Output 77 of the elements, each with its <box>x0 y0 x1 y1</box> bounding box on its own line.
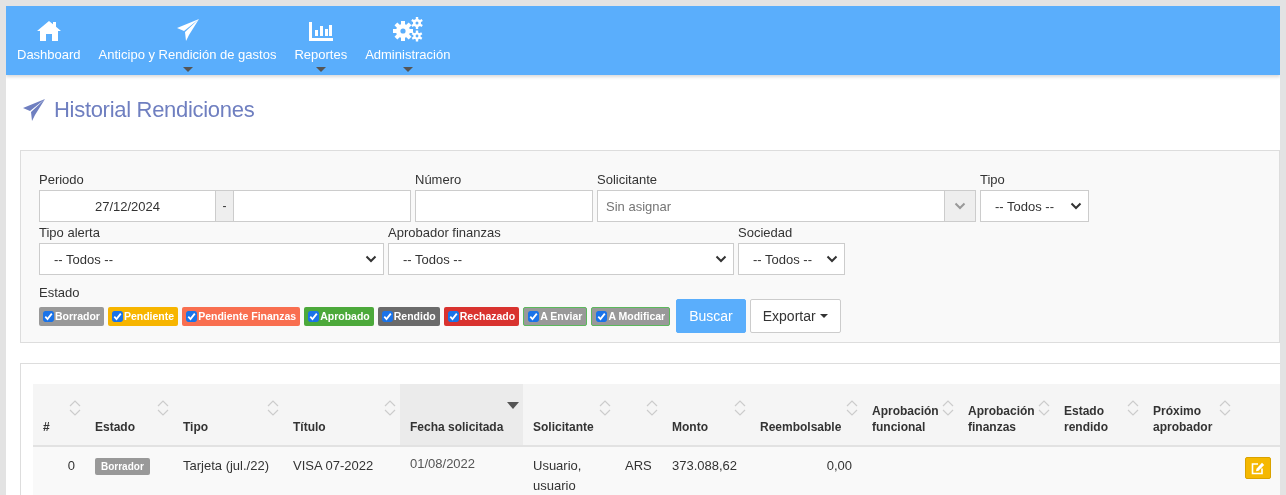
table-cell: 373.088,62 <box>662 446 750 495</box>
export-button[interactable]: Exportar <box>749 299 841 333</box>
table-cell: ARS <box>615 446 662 495</box>
sort-icon[interactable] <box>734 400 746 416</box>
column-header[interactable]: Aprobación finanzas <box>958 384 1054 446</box>
sort-icon[interactable] <box>1038 400 1050 416</box>
checkbox-icon[interactable] <box>596 310 608 322</box>
field-label: Aprobador finanzas <box>388 224 502 242</box>
column-header[interactable]: Tipo <box>173 384 283 446</box>
date-from-field[interactable]: 27/12/2024 <box>39 190 216 222</box>
column-header[interactable]: Aprobación funcional <box>862 384 958 446</box>
sort-icon[interactable] <box>646 400 658 416</box>
table-cell: VISA 07-2022 <box>283 446 400 495</box>
column-header[interactable]: Fecha solicitada <box>400 384 523 446</box>
paper-plane-icon <box>175 18 200 42</box>
dropdown[interactable]: -- Todos -- <box>738 243 845 275</box>
page-title: Historial Rendiciones <box>54 96 255 123</box>
range-separator: - <box>216 190 233 222</box>
checkbox-icon[interactable] <box>381 310 393 322</box>
dropdown[interactable]: -- Todos -- <box>980 190 1089 222</box>
status-filter-checkbox[interactable]: Rechazado <box>443 306 520 326</box>
status-filter-checkbox[interactable]: Rendido <box>377 306 440 326</box>
column-header[interactable]: Solicitante <box>523 384 615 446</box>
sort-icon[interactable] <box>942 400 954 416</box>
field-label: Estado <box>39 285 80 300</box>
column-header[interactable]: Estado <box>85 384 173 446</box>
status-label: Borrador <box>95 458 150 475</box>
home-icon <box>35 20 62 42</box>
sort-icon[interactable] <box>384 400 396 416</box>
field-label: Número <box>415 171 463 189</box>
checkbox-icon[interactable] <box>528 310 540 322</box>
column-header[interactable]: Monto <box>662 384 750 446</box>
dropdown[interactable]: -- Todos -- <box>39 243 384 275</box>
checkbox-icon[interactable] <box>111 310 123 322</box>
caret-icon <box>819 314 828 318</box>
sort-icon[interactable] <box>157 400 169 416</box>
column-header[interactable]: # <box>33 384 85 446</box>
field-label: Sociedad <box>738 224 794 242</box>
sort-icon[interactable] <box>69 400 81 416</box>
column-header[interactable]: Próximo aprobador <box>1143 384 1235 446</box>
checkbox-icon[interactable] <box>186 310 198 322</box>
sort-icon[interactable] <box>1127 400 1139 416</box>
column-header[interactable]: Título <box>283 384 400 446</box>
dropdown-button[interactable] <box>944 190 976 222</box>
field-label: Tipo alerta <box>39 224 101 242</box>
edit-icon <box>1251 461 1265 475</box>
checkbox-icon[interactable] <box>447 310 459 322</box>
sort-icon[interactable] <box>599 400 611 416</box>
requester-field[interactable]: Sin asignar <box>597 190 944 222</box>
chevron-down-icon <box>715 255 727 263</box>
chevron-down-icon <box>954 202 966 210</box>
paper-plane-icon <box>22 97 46 122</box>
sort-icon[interactable] <box>1219 400 1231 416</box>
field-label: Solicitante <box>597 171 658 189</box>
table-cell: 0 <box>33 446 85 495</box>
bar-chart-icon <box>307 22 334 42</box>
table-cell: 0,00 <box>750 446 862 495</box>
dropdown[interactable]: -- Todos -- <box>388 243 734 275</box>
date-to-field[interactable] <box>233 190 411 222</box>
field-label: Tipo <box>980 171 1006 189</box>
table-cell: 01/08/2022 <box>400 446 523 495</box>
sort-icon[interactable] <box>846 400 858 416</box>
table-cell: Tarjeta (jul./22) <box>173 446 283 495</box>
table-cell: Usuario, usuario <box>523 446 615 495</box>
edit-button[interactable] <box>1245 457 1271 479</box>
number-field[interactable] <box>415 190 593 222</box>
checkbox-icon[interactable] <box>308 310 320 322</box>
column-header[interactable]: Estado rendido <box>1054 384 1143 446</box>
checkbox-icon[interactable] <box>43 310 54 322</box>
chevron-down-icon <box>365 255 377 263</box>
field-label: Periodo <box>39 171 85 189</box>
column-header[interactable]: Reembolsable <box>750 384 862 446</box>
chevron-down-icon <box>1070 202 1082 210</box>
sort-descending-icon[interactable] <box>507 402 519 409</box>
sort-icon[interactable] <box>267 400 279 416</box>
chevron-down-icon <box>826 255 838 263</box>
gears-icon <box>391 16 424 42</box>
